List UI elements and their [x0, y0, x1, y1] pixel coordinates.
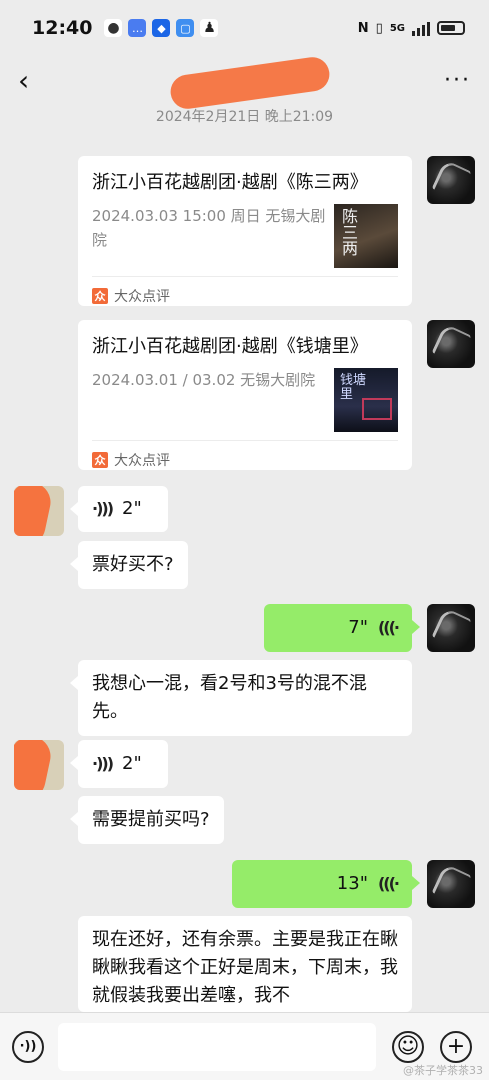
- message-input[interactable]: [58, 1022, 376, 1071]
- card-desc: 2024.03.01 / 03.02 无锡大剧院: [92, 371, 316, 389]
- voice-duration: 2": [122, 753, 142, 774]
- voice-message-outgoing[interactable]: 13" (((·: [232, 860, 420, 908]
- voice-duration: 7": [348, 617, 368, 638]
- my-avatar[interactable]: [427, 604, 475, 652]
- voice-duration: 13": [336, 873, 368, 894]
- app-icon: ▢: [176, 19, 195, 37]
- message-bubble[interactable]: 需要提前买吗?: [70, 796, 224, 844]
- card-thumbnail: 陈三两: [334, 204, 398, 268]
- thumbnail-decoration: [362, 398, 392, 420]
- dianping-icon: 众: [92, 451, 108, 468]
- voice-wave-icon: (((·: [377, 874, 400, 893]
- card-source-label: 大众点评: [114, 452, 170, 469]
- status-bar: 12:40 ● … ◆ ▢ ♟ N ▯ 5G: [0, 0, 489, 56]
- message-bubble[interactable]: 现在还好，还有余票。主要是我正在瞅瞅瞅我看这个正好是周末，下周末，我就假装我要出…: [78, 916, 412, 1012]
- card-source: 众 大众点评: [92, 276, 398, 314]
- status-right: N ▯ 5G: [358, 20, 465, 36]
- more-icon[interactable]: ···: [444, 68, 471, 93]
- card-title: 浙江小百花越剧团·越剧《陈三两》: [92, 172, 368, 193]
- wechat-icon: ●: [104, 19, 123, 37]
- my-avatar[interactable]: [427, 156, 475, 204]
- battery-icon: [437, 21, 465, 35]
- card-title: 浙江小百花越剧团·越剧《钱塘里》: [92, 336, 368, 357]
- dianping-icon: 众: [92, 287, 108, 304]
- shared-event-card[interactable]: 浙江小百花越剧团·越剧《陈三两》 2024.03.03 15:00 周日 无锡大…: [78, 156, 412, 306]
- thumbnail-text: 陈三两: [339, 208, 358, 256]
- more-actions-button[interactable]: +: [440, 1030, 472, 1063]
- my-avatar[interactable]: [427, 320, 475, 368]
- nfc-icon: N: [357, 20, 369, 36]
- vibrate-icon: ▯: [375, 20, 383, 36]
- voice-message[interactable]: ·))) 2": [70, 486, 168, 532]
- back-icon[interactable]: ‹: [18, 64, 48, 97]
- card-thumbnail: 钱塘里: [334, 368, 398, 432]
- card-source: 众 大众点评: [92, 440, 398, 478]
- watermark: @茶子学茶茶33: [403, 1064, 483, 1077]
- notification-icons: ● … ◆ ▢ ♟: [104, 19, 219, 37]
- message-icon: …: [128, 19, 147, 37]
- card-source-label: 大众点评: [114, 288, 170, 305]
- voice-message-outgoing[interactable]: 7" (((·: [264, 604, 420, 652]
- signal-icon: [412, 20, 430, 36]
- my-avatar[interactable]: [427, 860, 475, 908]
- contact-avatar[interactable]: [14, 740, 64, 790]
- message-bubble[interactable]: 我想心一混，看2号和3号的混不混先。: [70, 660, 412, 736]
- shared-event-card[interactable]: 浙江小百花越剧团·越剧《钱塘里》 2024.03.01 / 03.02 无锡大剧…: [78, 320, 412, 470]
- shield-icon: ◆: [152, 19, 171, 37]
- card-desc: 2024.03.03 15:00 周日 无锡大剧院: [92, 207, 326, 249]
- qq-icon: ♟: [200, 19, 219, 37]
- voice-message[interactable]: ·))) 2": [70, 740, 168, 788]
- contact-avatar[interactable]: [14, 486, 64, 536]
- voice-input-button[interactable]: ·)): [12, 1030, 44, 1063]
- voice-wave-icon: ·))): [92, 499, 114, 518]
- message-bubble[interactable]: 票好买不?: [70, 541, 188, 589]
- network-label: 5G: [389, 22, 405, 34]
- status-time: 12:40: [32, 17, 93, 39]
- voice-wave-icon: (((·: [377, 618, 400, 637]
- emoji-button[interactable]: ☺: [392, 1030, 424, 1063]
- voice-wave-icon: ·))): [92, 754, 114, 773]
- voice-duration: 2": [122, 498, 142, 519]
- chat-timestamp: 2024年2月21日 晚上21:09: [155, 109, 334, 125]
